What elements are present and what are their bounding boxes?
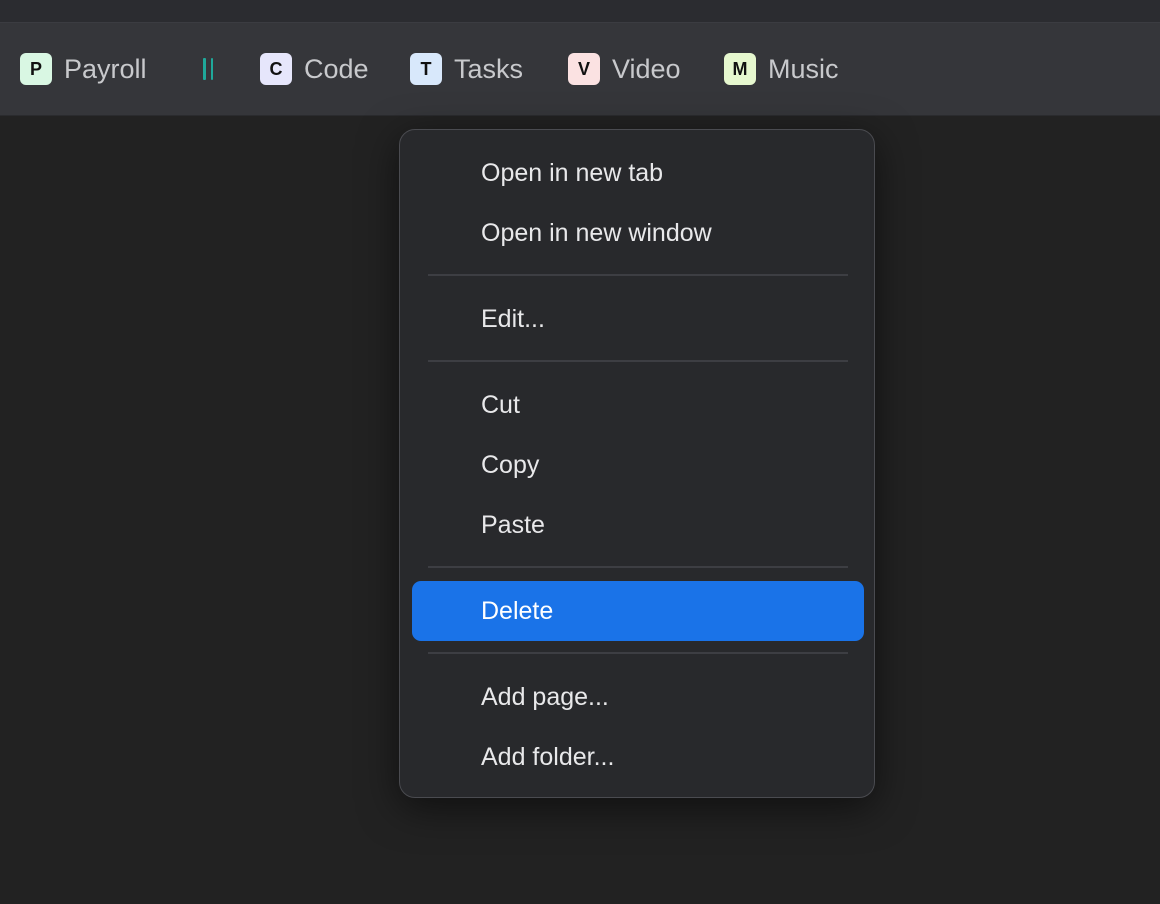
bookmark-label: Video <box>612 53 681 84</box>
bookmark-music-icon: M <box>724 53 756 85</box>
menu-divider <box>428 566 848 568</box>
bookmark-code-icon: C <box>260 53 292 85</box>
bookmark-tasks-icon: T <box>410 53 442 85</box>
menu-item-edit[interactable]: Edit... <box>412 289 864 349</box>
menu-item-add-page[interactable]: Add page... <box>412 667 864 727</box>
menu-item-paste[interactable]: Paste <box>412 495 864 555</box>
menu-divider <box>428 652 848 654</box>
bookmark-video[interactable]: V Video <box>568 53 681 85</box>
menu-item-add-folder[interactable]: Add folder... <box>412 727 864 787</box>
bookmark-label: Code <box>304 53 369 84</box>
bookmark-payroll-icon: P <box>20 53 52 85</box>
bookmark-payroll[interactable]: P Payroll <box>20 53 147 85</box>
bookmark-label: Payroll <box>64 53 147 84</box>
bookmark-label: Tasks <box>454 53 524 84</box>
menu-item-delete[interactable]: Delete <box>412 581 864 641</box>
menu-item-cut[interactable]: Cut <box>412 375 864 435</box>
bookmark-music[interactable]: M Music <box>724 53 839 85</box>
window-top-strip <box>0 0 1160 23</box>
bookmark-code[interactable]: C Code <box>260 53 369 85</box>
bookmark-video-icon: V <box>568 53 600 85</box>
context-menu: Open in new tab Open in new window Edit.… <box>399 129 875 798</box>
menu-item-copy[interactable]: Copy <box>412 435 864 495</box>
bookmark-label: Music <box>768 53 839 84</box>
menu-divider <box>428 360 848 362</box>
bookmarks-bar: P Payroll C Code T Tasks V Video M Music <box>0 23 1160 116</box>
menu-item-open-in-new-window[interactable]: Open in new window <box>412 203 864 263</box>
vertical-bars-icon[interactable] <box>198 55 218 83</box>
menu-divider <box>428 274 848 276</box>
bookmark-tasks[interactable]: T Tasks <box>410 53 523 85</box>
menu-item-open-in-new-tab[interactable]: Open in new tab <box>412 143 864 203</box>
